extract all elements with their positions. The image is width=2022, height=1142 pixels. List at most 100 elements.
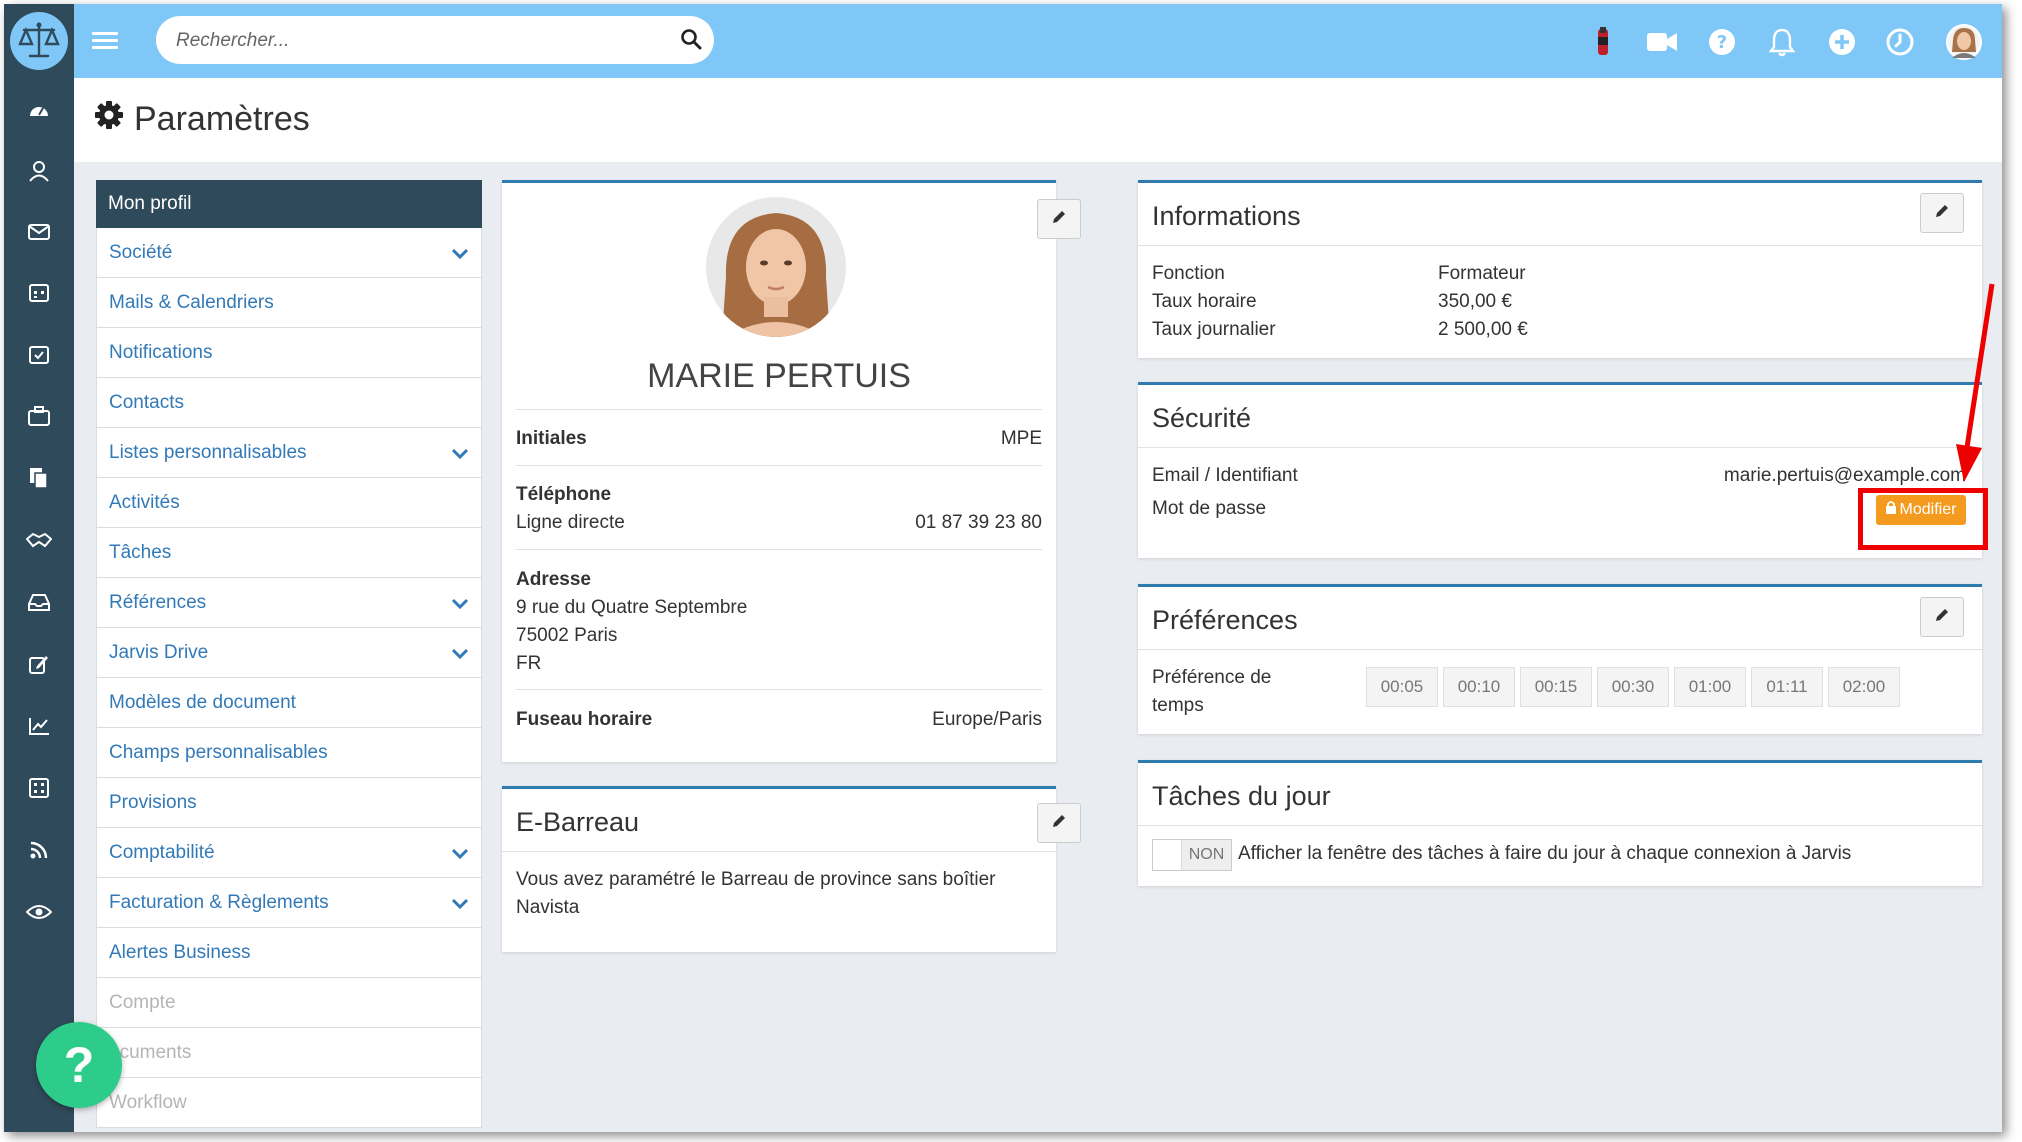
initiales-label: Initiales bbox=[516, 428, 587, 449]
menu-item-label: Champs personnalisables bbox=[109, 741, 328, 763]
svg-text:?: ? bbox=[1717, 32, 1727, 53]
wine-cellar-icon[interactable] bbox=[1587, 26, 1619, 58]
edit-icon[interactable] bbox=[4, 644, 74, 684]
edit-preferences-button[interactable] bbox=[1920, 597, 1964, 637]
time-option-button[interactable]: 01:11 bbox=[1751, 667, 1823, 707]
menu-item[interactable]: Tâches bbox=[96, 528, 482, 578]
menu-item-mon-profil[interactable]: Mon profil bbox=[96, 180, 482, 228]
line-chart-icon[interactable] bbox=[4, 706, 74, 746]
inbox-tray-icon[interactable] bbox=[4, 582, 74, 622]
chevron-down-icon[interactable] bbox=[451, 244, 469, 266]
time-option-button[interactable]: 00:05 bbox=[1366, 667, 1438, 707]
scales-logo-icon bbox=[10, 12, 68, 70]
page-title: Paramètres bbox=[94, 100, 310, 139]
clock-icon[interactable] bbox=[1884, 26, 1916, 58]
taches-jour-text: Afficher la fenêtre des tâches à faire d… bbox=[1238, 843, 1852, 864]
eye-icon[interactable] bbox=[4, 892, 74, 932]
user-avatar[interactable] bbox=[1946, 24, 1982, 60]
dashboard-icon[interactable] bbox=[4, 90, 74, 130]
menu-item-label: Références bbox=[109, 591, 207, 613]
menu-item[interactable]: Provisions bbox=[96, 778, 482, 828]
adresse-line: FR bbox=[516, 653, 542, 674]
menu-item[interactable]: Modèles de document bbox=[96, 678, 482, 728]
bell-icon[interactable] bbox=[1766, 26, 1798, 58]
chevron-down-icon[interactable] bbox=[451, 444, 469, 466]
menu-item[interactable]: Activités bbox=[96, 478, 482, 528]
calculator-icon[interactable] bbox=[4, 768, 74, 808]
plus-circle-icon[interactable] bbox=[1826, 26, 1858, 58]
divider bbox=[516, 409, 1042, 410]
menu-item[interactable]: Comptabilité bbox=[96, 828, 482, 878]
menu-item-label: Société bbox=[109, 241, 173, 263]
page-title-text: Paramètres bbox=[134, 100, 310, 138]
contacts-icon[interactable] bbox=[4, 151, 74, 191]
menu-item-label: Listes personnalisables bbox=[109, 441, 307, 463]
edit-profile-button[interactable] bbox=[1037, 199, 1081, 239]
menu-item[interactable]: Références bbox=[96, 578, 482, 628]
adresse-line: 75002 Paris bbox=[516, 625, 618, 646]
chevron-down-icon[interactable] bbox=[451, 594, 469, 616]
info-value: Formateur bbox=[1438, 263, 1526, 284]
menu-item[interactable]: ocuments bbox=[96, 1028, 482, 1078]
search-input[interactable] bbox=[174, 24, 658, 58]
chevron-down-icon[interactable] bbox=[451, 644, 469, 666]
menu-item[interactable]: Société bbox=[96, 228, 482, 278]
briefcase-icon[interactable] bbox=[4, 396, 74, 436]
help-button[interactable]: ? bbox=[36, 1022, 122, 1108]
taches-jour-toggle[interactable]: NON bbox=[1152, 839, 1232, 871]
taches-jour-title: Tâches du jour bbox=[1152, 781, 1331, 811]
menu-item-label: Activités bbox=[109, 491, 180, 513]
menu-item[interactable]: Notifications bbox=[96, 328, 482, 378]
time-option-button[interactable]: 00:15 bbox=[1520, 667, 1592, 707]
menu-item-label: Provisions bbox=[109, 791, 197, 813]
calendar-check-icon[interactable] bbox=[4, 334, 74, 374]
settings-menu: Mon profil Société Mails & Calendriers Not… bbox=[96, 180, 482, 1128]
search-icon[interactable] bbox=[680, 28, 702, 55]
menu-item[interactable]: Facturation & Règlements bbox=[96, 878, 482, 928]
divider bbox=[502, 851, 1056, 852]
menu-item[interactable]: Contacts bbox=[96, 378, 482, 428]
video-camera-icon[interactable] bbox=[1646, 26, 1678, 58]
app-logo[interactable] bbox=[4, 4, 74, 78]
menu-item[interactable]: Workflow bbox=[96, 1078, 482, 1128]
menu-item-label: Modèles de document bbox=[109, 691, 296, 713]
menu-toggle-icon[interactable] bbox=[92, 28, 118, 54]
chevron-down-icon[interactable] bbox=[451, 844, 469, 866]
fuseau-label: Fuseau horaire bbox=[516, 709, 653, 730]
ebarreau-text: Vous avez paramétré le Barreau de provin… bbox=[516, 869, 996, 890]
edit-informations-button[interactable] bbox=[1920, 193, 1964, 233]
ebarreau-title: E-Barreau bbox=[516, 807, 640, 837]
menu-item[interactable]: Alertes Business bbox=[96, 928, 482, 978]
info-label: Taux horaire bbox=[1152, 291, 1257, 312]
menu-item[interactable]: Mails & Calendriers bbox=[96, 278, 482, 328]
time-option-button[interactable]: 01:00 bbox=[1674, 667, 1746, 707]
divider bbox=[1138, 825, 1982, 826]
menu-item[interactable]: Listes personnalisables bbox=[96, 428, 482, 478]
adresse-label: Adresse bbox=[516, 569, 591, 590]
menu-item-label: Compte bbox=[109, 991, 176, 1013]
menu-item-label: Comptabilité bbox=[109, 841, 215, 863]
divider bbox=[1138, 447, 1982, 448]
profile-photo bbox=[706, 197, 846, 337]
time-option-button[interactable]: 02:00 bbox=[1828, 667, 1900, 707]
info-label: Fonction bbox=[1152, 263, 1225, 284]
mail-icon[interactable] bbox=[4, 212, 74, 252]
informations-title: Informations bbox=[1152, 201, 1301, 231]
handshake-icon[interactable] bbox=[4, 520, 74, 560]
calendar-icon[interactable] bbox=[4, 272, 74, 312]
preference-temps-label: temps bbox=[1152, 695, 1204, 716]
time-option-button[interactable]: 00:30 bbox=[1597, 667, 1669, 707]
menu-item[interactable]: Champs personnalisables bbox=[96, 728, 482, 778]
chevron-down-icon[interactable] bbox=[451, 894, 469, 916]
telephone-label: Téléphone bbox=[516, 484, 612, 505]
documents-icon[interactable] bbox=[4, 458, 74, 498]
divider bbox=[1138, 245, 1982, 246]
menu-item[interactable]: Jarvis Drive bbox=[96, 628, 482, 678]
info-value: 350,00 € bbox=[1438, 291, 1512, 312]
rss-feed-icon[interactable] bbox=[4, 830, 74, 870]
menu-item[interactable]: Compte bbox=[96, 978, 482, 1028]
menu-item-label: Alertes Business bbox=[109, 941, 251, 963]
help-circle-icon[interactable]: ? bbox=[1706, 26, 1738, 58]
edit-ebarreau-button[interactable] bbox=[1037, 803, 1081, 843]
time-option-button[interactable]: 00:10 bbox=[1443, 667, 1515, 707]
